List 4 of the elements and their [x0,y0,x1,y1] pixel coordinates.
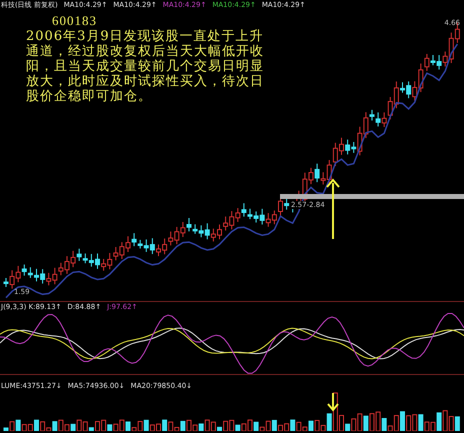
down-arrow-icon [327,393,339,412]
annotation-text: 2006年3月9日发现该股一直处于上升通道，经过股改复权后当天大幅低开收阳，且当天成交量较前几个交易日明显放大，此时应及时试探性买入，待次日股价企稳即可加仓。 [26,29,265,104]
up-arrow-icon [326,178,340,239]
stock-code: 600183 [52,13,97,29]
